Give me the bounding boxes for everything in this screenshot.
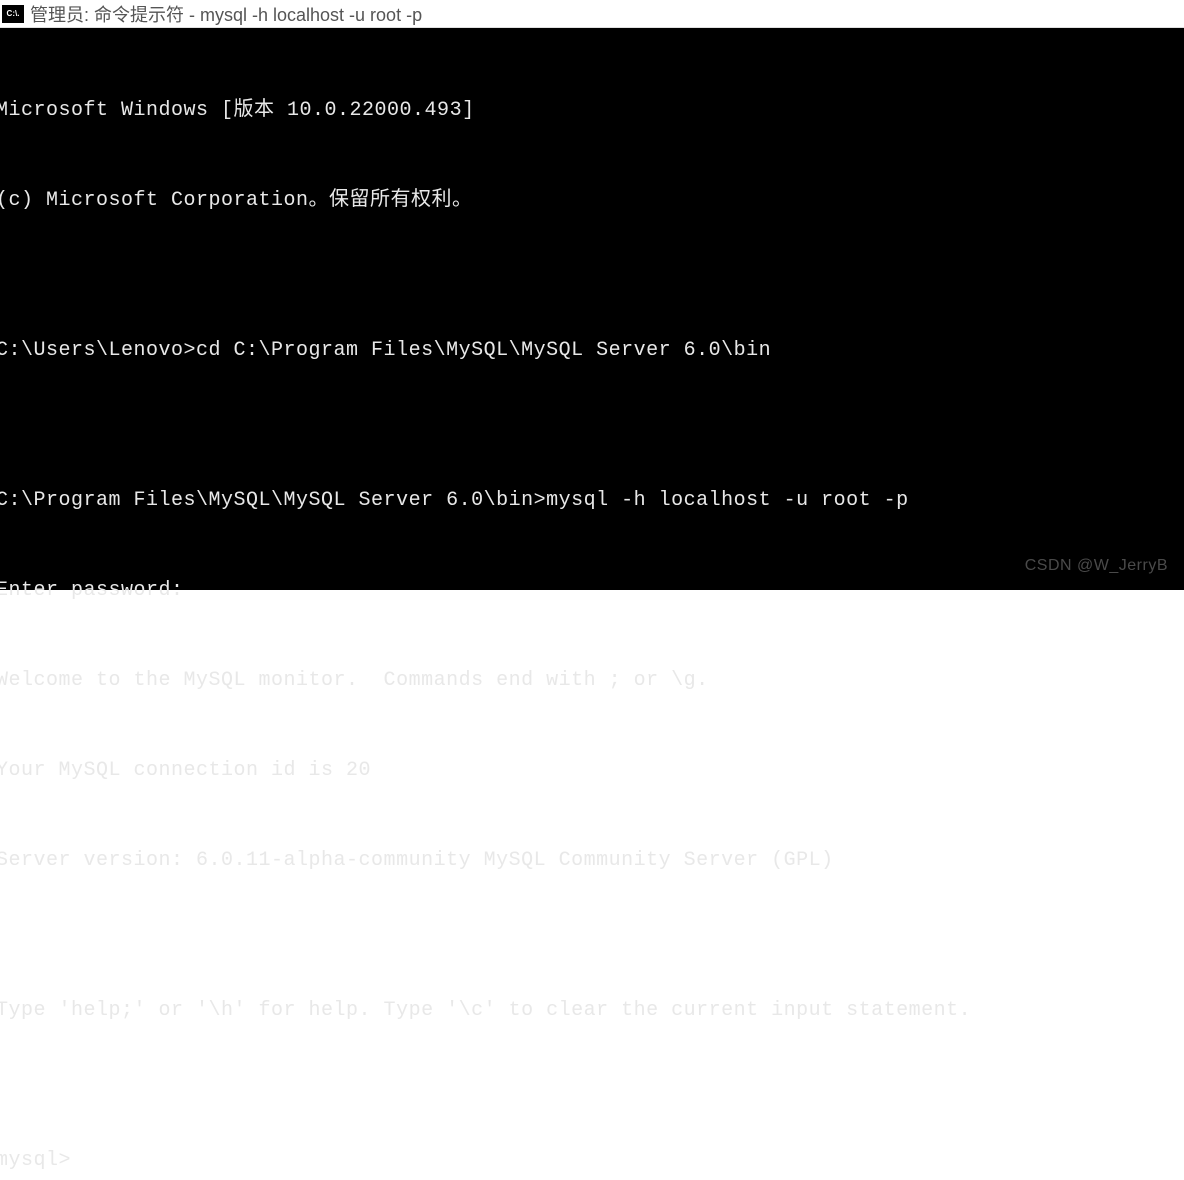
terminal-line: Server version: 6.0.11-alpha-community M…: [0, 846, 1184, 876]
terminal-line: Your MySQL connection id is 20: [0, 756, 1184, 786]
terminal-line: mysql>: [0, 1146, 1184, 1176]
terminal-line: Type 'help;' or '\h' for help. Type '\c'…: [0, 996, 1184, 1026]
cmd-icon-text: C:\.: [7, 9, 20, 18]
terminal-line: Enter password:: [0, 576, 1184, 606]
window-title: 管理员: 命令提示符 - mysql -h localhost -u root …: [30, 1, 422, 27]
cmd-icon: C:\.: [2, 5, 24, 23]
terminal-line: C:\Users\Lenovo>cd C:\Program Files\MySQ…: [0, 336, 1184, 366]
window-titlebar: C:\. 管理员: 命令提示符 - mysql -h localhost -u …: [0, 0, 1184, 28]
terminal-line: C:\Program Files\MySQL\MySQL Server 6.0\…: [0, 486, 1184, 516]
terminal-area[interactable]: Microsoft Windows [版本 10.0.22000.493] (c…: [0, 28, 1184, 590]
terminal-line: Welcome to the MySQL monitor. Commands e…: [0, 666, 1184, 696]
terminal-line: (c) Microsoft Corporation。保留所有权利。: [0, 186, 1184, 216]
terminal-line: Microsoft Windows [版本 10.0.22000.493]: [0, 96, 1184, 126]
watermark-text: CSDN @W_JerryB: [1025, 554, 1168, 578]
